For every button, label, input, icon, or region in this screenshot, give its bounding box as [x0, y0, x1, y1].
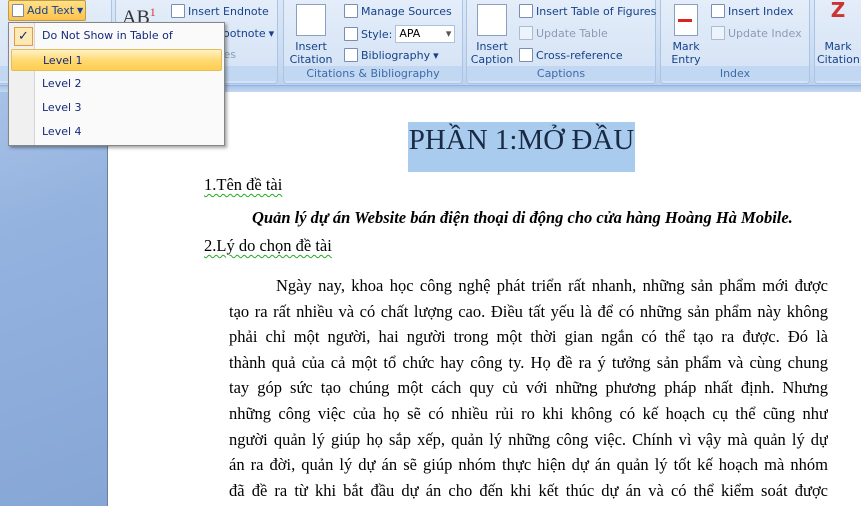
update-table-icon — [519, 26, 533, 40]
menu-item-level-4[interactable]: Level 4 — [11, 121, 222, 143]
style-selector: Style: APA ▾ — [344, 25, 456, 43]
paragraph-line: tay góp sức tạo chúng một cách quy củ vớ… — [229, 378, 828, 398]
cross-reference-button[interactable]: Cross-reference — [519, 48, 623, 62]
mark-citation-button[interactable]: Z Mark Citation — [817, 0, 860, 66]
menu-item-level-1[interactable]: Level 1 — [11, 49, 222, 71]
insert-index-button[interactable]: Insert Index — [711, 4, 793, 18]
add-text-button[interactable]: Add Text ▼ — [8, 0, 86, 21]
paragraph-line: những công việc của họ sẽ có nhiều rủi r… — [229, 403, 828, 423]
caption-icon — [477, 4, 507, 36]
paragraph-line: thành quả của cả một tổ chức hay công ty… — [229, 352, 828, 372]
heading-title[interactable]: PHẦN 1:MỞ ĐẦU — [408, 122, 635, 172]
body-paragraph[interactable]: Ngày nay, khoa học công nghệ phát triển … — [229, 273, 828, 503]
citations-group-label: Citations & Bibliography — [284, 66, 462, 81]
group-captions: Insert Caption Insert Table of Figures U… — [466, 0, 656, 84]
insert-endnote-button[interactable]: Insert Endnote — [171, 4, 269, 18]
paragraph-line: án ra đời, quản lý dự án sẽ giúp nhóm th… — [229, 455, 828, 475]
citation-icon — [296, 4, 326, 36]
update-table-button[interactable]: Update Table — [519, 26, 608, 40]
bibliography-icon — [344, 48, 358, 62]
insert-index-icon — [711, 4, 725, 18]
heading-1[interactable]: 1.Tên đề tài — [204, 175, 282, 195]
insert-table-of-figures-button[interactable]: Insert Table of Figures — [519, 4, 656, 18]
add-text-menu: ✓Do Not Show in Table of Contents Level … — [8, 22, 225, 146]
paragraph-line: người quản lý giúp họ sắp xếp, quản lý n… — [229, 429, 828, 449]
mark-entry-button[interactable]: Mark Entry — [665, 4, 707, 66]
project-name[interactable]: Quản lý dự án Website bán điện thoại di … — [252, 208, 822, 228]
add-text-icon — [12, 4, 24, 17]
group-citations: Insert Citation ▾ Manage Sources Style: … — [283, 0, 463, 84]
bibliography-button[interactable]: Bibliography ▾ — [344, 48, 439, 62]
paragraph-line: Ngày nay, khoa học công nghệ phát triển … — [276, 276, 828, 295]
group-table-of-authorities: Z Mark Citation — [814, 0, 861, 84]
menu-item-do-not-show[interactable]: ✓Do Not Show in Table of Contents — [11, 25, 222, 64]
insert-caption-button[interactable]: Insert Caption — [469, 4, 515, 66]
menu-item-level-2[interactable]: Level 2 — [11, 73, 222, 95]
update-index-button[interactable]: Update Index — [711, 26, 802, 40]
paragraph-line: tạo ra rất nhiều và có chất lượng cao. Đ… — [229, 301, 828, 321]
captions-group-label: Captions — [467, 66, 655, 81]
chevron-down-icon: ▾ — [445, 27, 452, 40]
style-icon — [344, 27, 358, 41]
cross-reference-icon — [519, 48, 533, 62]
mark-entry-icon — [674, 4, 698, 36]
menu-item-level-3[interactable]: Level 3 — [11, 97, 222, 119]
manage-sources-icon — [344, 4, 358, 18]
chevron-down-icon: ▼ — [77, 6, 84, 15]
table-of-figures-icon — [519, 4, 533, 18]
group-index: Mark Entry Insert Index Update Index Ind… — [660, 0, 810, 84]
document-background — [0, 92, 108, 506]
paragraph-line: phải chỉ một người, hai người trong một … — [229, 327, 828, 347]
style-dropdown[interactable]: APA ▾ — [395, 25, 456, 43]
mark-citation-icon: Z — [830, 0, 846, 22]
manage-sources-button[interactable]: Manage Sources — [344, 4, 452, 18]
heading-2[interactable]: 2.Lý do chọn đề tài — [204, 236, 332, 256]
paragraph-line: đã đề ra từ khi bắt đầu dự án cho đến kh… — [229, 480, 828, 500]
update-index-icon — [711, 26, 725, 40]
index-group-label: Index — [661, 66, 809, 81]
endnote-icon — [171, 4, 185, 18]
checkmark-icon: ✓ — [14, 27, 33, 46]
